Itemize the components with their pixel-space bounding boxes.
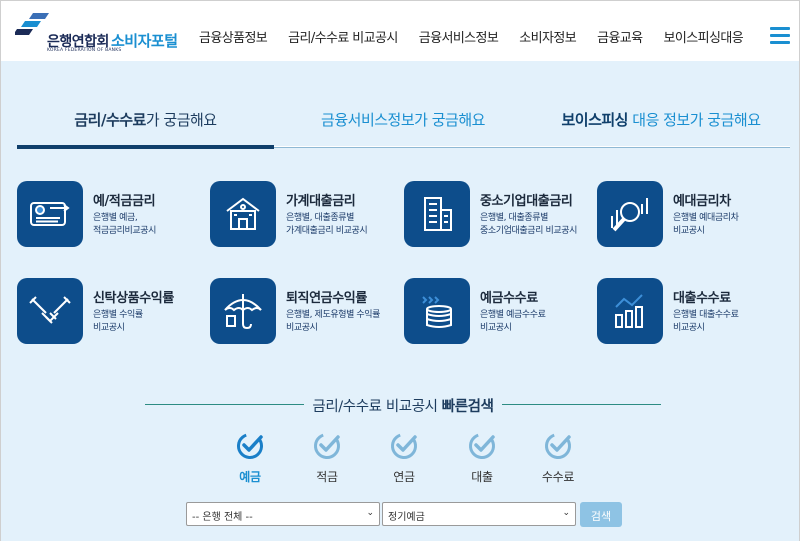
bank-select-value: -- 은행 전체 --: [192, 512, 253, 523]
tab-services-rest: 가 궁금해요: [414, 111, 485, 129]
quick-search-title-bold: 빠른검색: [441, 399, 494, 415]
tab-active-indicator: [17, 145, 274, 149]
card-sme-loan-rates[interactable]: 중소기업대출금리 은행별, 대출종류별 중소기업대출금리 비교공시: [404, 181, 594, 249]
magnifier-chart-icon: [597, 181, 663, 247]
card-description: 은행별 예금, 적금금리비교공시: [93, 213, 157, 236]
option-label: 예금: [239, 470, 261, 484]
search-button[interactable]: 검색: [580, 502, 622, 527]
product-select[interactable]: 정기예금 ⌄: [382, 502, 576, 526]
house-icon: [210, 181, 276, 247]
tab-voice-phishing[interactable]: 보이스피싱 대응 정보가 궁금해요: [532, 99, 790, 149]
topic-tabs: 금리/수수료가 궁금해요 금융서비스정보가 궁금해요 보이스피싱 대응 정보가 …: [17, 99, 790, 151]
check-circle-icon: [314, 433, 340, 459]
option-pension[interactable]: 연금: [377, 431, 431, 485]
card-deposit-rates[interactable]: 예/적금금리 은행별 예금, 적금금리비교공시: [17, 181, 207, 249]
card-description: 은행별 수익률 비교공시: [93, 310, 143, 333]
card-pension-returns[interactable]: 퇴직연금수익률 은행별, 제도유형별 수익률 비교공시: [210, 278, 400, 346]
tab-rates-fees[interactable]: 금리/수수료가 궁금해요: [17, 99, 274, 149]
option-label: 적금: [316, 470, 338, 484]
bank-select[interactable]: -- 은행 전체 -- ⌄: [186, 502, 380, 526]
card-title: 예/적금금리: [93, 194, 156, 209]
option-label: 대출: [471, 470, 493, 484]
option-deposit[interactable]: 예금: [223, 431, 277, 485]
option-label: 연금: [393, 470, 415, 484]
nav-item-consumer[interactable]: 소비자정보: [519, 27, 576, 46]
card-description: 은행별, 대출종류별 중소기업대출금리 비교공시: [480, 213, 578, 236]
check-circle-icon: [237, 433, 263, 459]
card-title: 가계대출금리: [286, 194, 356, 209]
card-loan-deposit-spread[interactable]: 예대금리차 은행별 예대금리차 비교공시: [597, 181, 787, 249]
tab-phishing-rest: 대응 정보가 궁금해요: [628, 111, 761, 129]
card-title: 퇴직연금수익률: [286, 291, 367, 306]
option-fees[interactable]: 수수료: [531, 431, 585, 485]
tab-rates-fees-bold: 금리/수수료: [74, 111, 146, 129]
quick-search-options: 예금 적금 연금 대출 수수료: [223, 431, 593, 491]
nav-item-education[interactable]: 금융교육: [597, 27, 643, 46]
check-circle-icon: [545, 433, 571, 459]
building-icon: [404, 181, 470, 247]
card-title: 예금수수료: [480, 291, 538, 306]
card-title: 중소기업대출금리: [480, 194, 573, 209]
tab-financial-services[interactable]: 금융서비스정보가 궁금해요: [274, 99, 532, 149]
quick-search-title: 금리/수수료 비교공시 빠른검색: [145, 395, 661, 416]
quick-search-title-normal: 금리/수수료 비교공시: [312, 399, 442, 415]
nav-item-products[interactable]: 금융상품정보: [199, 27, 268, 46]
option-loan[interactable]: 대출: [455, 431, 509, 485]
card-household-loan-rates[interactable]: 가계대출금리 은행별, 대출종류별 가계대출금리 비교공시: [210, 181, 400, 249]
site-logo[interactable]: 은행연합회 KOREA FEDERATION OF BANKS 소비자포털: [15, 9, 185, 53]
chevron-down-icon: ⌄: [366, 508, 374, 518]
card-description: 은행별, 제도유형별 수익률 비교공시: [286, 310, 381, 333]
tab-services-bold: 금융서비스정보: [321, 111, 415, 129]
site-header: 은행연합회 KOREA FEDERATION OF BANKS 소비자포털 금융…: [1, 1, 799, 61]
product-select-value: 정기예금: [388, 512, 425, 523]
card-loan-fees[interactable]: 대출수수료 은행별 대출수수료 비교공시: [597, 278, 787, 346]
card-deposit-fees[interactable]: 예금수수료 은행별 예금수수료 비교공시: [404, 278, 594, 346]
card-title: 신탁상품수익률: [93, 291, 174, 306]
card-title: 대출수수료: [673, 291, 731, 306]
quick-search-heading: 금리/수수료 비교공시 빠른검색: [145, 395, 661, 415]
nav-item-voice-phishing[interactable]: 보이스피싱대응: [664, 27, 744, 46]
main-nav: 금융상품정보 금리/수수료 비교공시 금융서비스정보 소비자정보 금융교육 보이…: [199, 27, 764, 46]
tab-inactive-line: [274, 146, 790, 148]
tab-phishing-bold: 보이스피싱: [561, 111, 628, 129]
nav-item-services[interactable]: 금융서비스정보: [419, 27, 499, 46]
card-title: 예대금리차: [673, 194, 731, 209]
card-payment-icon: [17, 181, 83, 247]
card-trust-returns[interactable]: 신탁상품수익률 은행별 수익률 비교공시: [17, 278, 207, 346]
umbrella-icon: [210, 278, 276, 344]
card-description: 은행별 예대금리차 비교공시: [673, 213, 739, 236]
option-savings[interactable]: 적금: [300, 431, 354, 485]
bar-chart-icon: [597, 278, 663, 344]
tab-rates-fees-rest: 가 궁금해요: [145, 111, 217, 129]
chevron-down-icon: ⌄: [562, 508, 570, 518]
handshake-icon: [17, 278, 83, 344]
option-label: 수수료: [541, 470, 575, 484]
check-circle-icon: [469, 433, 495, 459]
hamburger-icon[interactable]: [770, 27, 790, 45]
main-panel: 금리/수수료가 궁금해요 금융서비스정보가 궁금해요 보이스피싱 대응 정보가 …: [1, 61, 799, 541]
coins-icon: [404, 278, 470, 344]
card-description: 은행별 예금수수료 비교공시: [480, 310, 546, 333]
check-circle-icon: [391, 433, 417, 459]
card-description: 은행별, 대출종류별 가계대출금리 비교공시: [286, 213, 368, 236]
logo-portal-text: 소비자포털: [111, 32, 178, 50]
nav-item-rate-compare[interactable]: 금리/수수료 비교공시: [288, 27, 398, 46]
card-description: 은행별 대출수수료 비교공시: [673, 310, 739, 333]
